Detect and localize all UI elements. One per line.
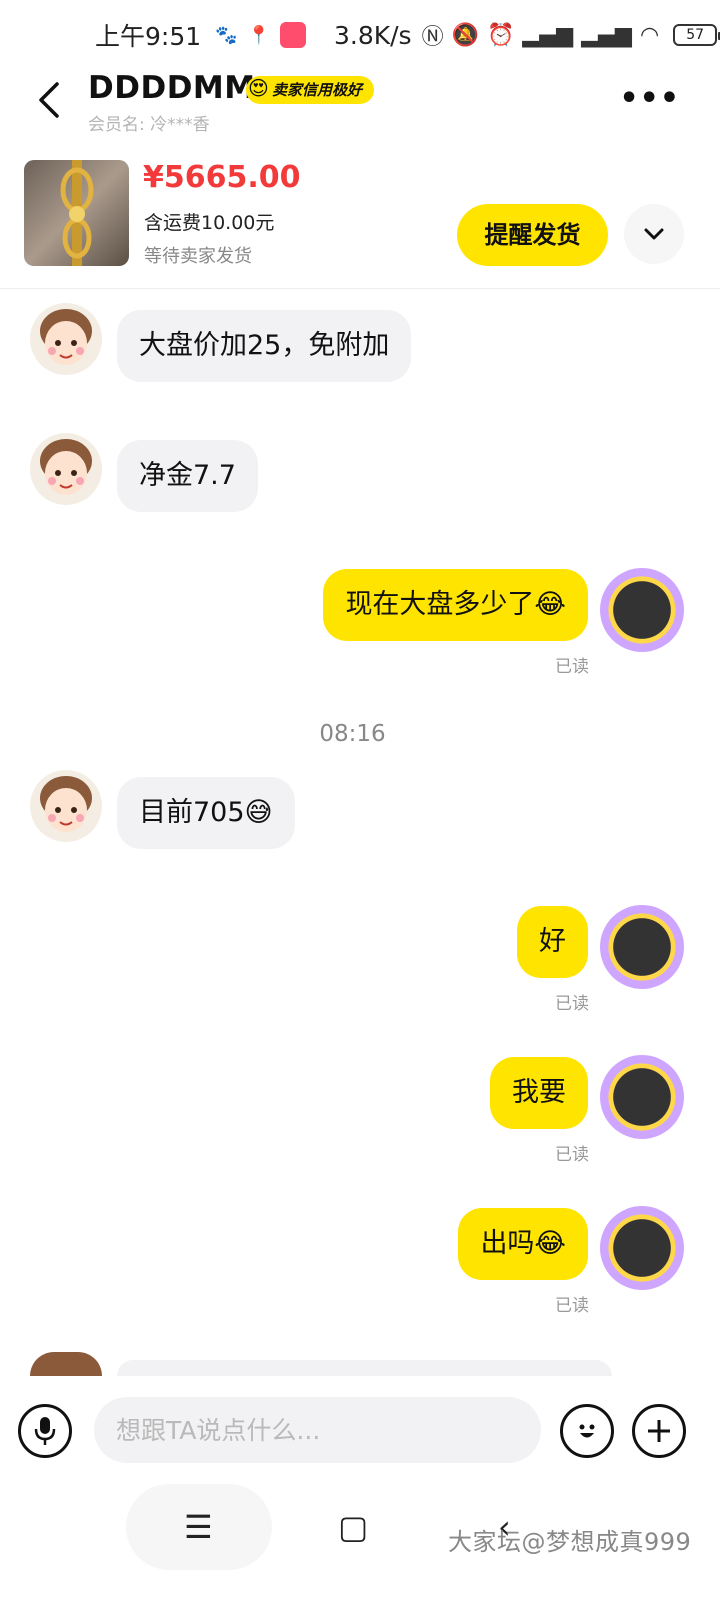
order-status: 等待卖家发货 [144, 246, 252, 267]
more-icon[interactable]: ••• [619, 84, 680, 114]
order-card[interactable]: ¥5665.00 含运费10.00元 等待卖家发货 提醒发货 [0, 152, 720, 290]
message-bubble[interactable]: 目前705😅 [117, 777, 295, 849]
chat-header: DDDDMM 😍 卖家信用极好 会员名: 冷***香 ••• [0, 68, 720, 138]
heart-eyes-icon: 😍 [248, 76, 269, 100]
smiley-icon [579, 1424, 595, 1438]
signal-icon-2: ▂▄▆ [581, 22, 632, 48]
mute-bell-icon: 🔕 [451, 22, 480, 48]
status-time: 上午9:51 [95, 22, 202, 51]
remind-ship-button[interactable]: 提醒发货 [457, 204, 608, 266]
plus-icon [648, 1420, 670, 1442]
member-name: 会员名: 冷***香 [88, 115, 210, 135]
my-avatar[interactable] [600, 1206, 684, 1290]
seller-avatar[interactable] [30, 770, 102, 842]
baidu-icon: 🐾 [215, 24, 238, 46]
message-bubble[interactable]: 大盘价加25，免附加 [117, 310, 412, 382]
back-button[interactable] [28, 78, 68, 122]
chevron-down-icon [644, 228, 664, 240]
chevron-left-icon [39, 82, 59, 118]
seller-name[interactable]: DDDDMM [88, 70, 256, 106]
read-receipt: 已读 [555, 657, 589, 677]
seller-avatar[interactable] [30, 303, 102, 375]
seller-avatar[interactable] [30, 1352, 102, 1376]
my-avatar[interactable] [600, 568, 684, 652]
shipping-fee: 含运费10.00元 [144, 212, 275, 234]
product-image[interactable] [24, 160, 129, 266]
message-bubble[interactable]: 我要 [490, 1057, 588, 1129]
read-receipt: 已读 [555, 1296, 589, 1316]
message-bubble[interactable]: 好 [517, 906, 588, 978]
app-notification-icon [279, 22, 306, 48]
menu-icon[interactable]: ☰ [184, 1508, 213, 1546]
battery-icon: 57 [673, 24, 720, 46]
read-receipt: 已读 [555, 1145, 589, 1165]
credit-badge[interactable]: 😍 卖家信用极好 [246, 76, 375, 104]
message-bubble-partial[interactable] [117, 1360, 612, 1376]
signal-icon: ▂▄▆ [522, 22, 574, 48]
nfc-icon: Ⓝ [421, 25, 444, 50]
message-input[interactable] [94, 1397, 541, 1463]
timestamp-separator: 08:16 [319, 721, 386, 747]
add-button[interactable] [632, 1404, 686, 1458]
order-price: ¥5665.00 [143, 160, 301, 195]
home-icon[interactable]: ▢ [338, 1508, 368, 1546]
expand-button[interactable] [624, 204, 684, 264]
voice-button[interactable] [18, 1404, 72, 1458]
watermark: 大家坛@梦想成真999 [448, 1528, 692, 1556]
status-bar: 上午9:51 🐾 📍 3.8K/s Ⓝ 🔕 ⏰ ▂▄▆ ▂▄▆ ◠ 57 [0, 0, 720, 70]
seller-avatar[interactable] [30, 433, 102, 505]
header-divider [0, 288, 720, 289]
map-pin-icon: 📍 [247, 24, 270, 46]
microphone-icon [34, 1417, 56, 1445]
read-receipt: 已读 [555, 994, 589, 1014]
alarm-icon: ⏰ [487, 22, 515, 48]
message-bubble[interactable]: 出吗😂 [458, 1208, 588, 1280]
message-bubble[interactable]: 净金7.7 [117, 440, 258, 512]
input-bar [0, 1376, 720, 1486]
my-avatar[interactable] [600, 1055, 684, 1139]
wifi-icon: ◠ [639, 22, 660, 48]
network-speed: 3.8K/s [333, 20, 412, 50]
emoji-button[interactable] [560, 1404, 614, 1458]
my-avatar[interactable] [600, 905, 684, 989]
message-bubble[interactable]: 现在大盘多少了😂 [323, 569, 588, 641]
credit-badge-label: 卖家信用极好 [272, 81, 363, 99]
